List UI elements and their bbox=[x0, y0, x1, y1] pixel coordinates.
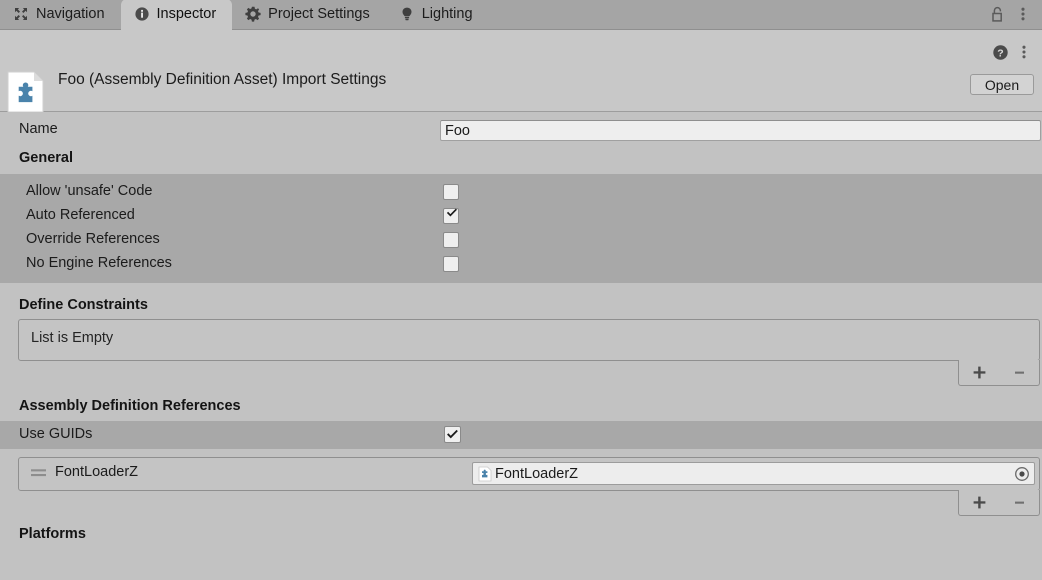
define-constraints-remove-button[interactable] bbox=[1004, 362, 1034, 384]
option-label: Override References bbox=[26, 231, 160, 247]
option-row-allow-unsafe-code[interactable]: Allow 'unsafe' Code bbox=[0, 180, 1042, 204]
define-constraints-add-button[interactable] bbox=[964, 362, 994, 384]
tab-lighting[interactable]: Lighting bbox=[386, 0, 489, 29]
asset-header: Foo (Assembly Definition Asset) Import S… bbox=[0, 30, 1042, 113]
assembly-definition-asset-icon bbox=[7, 71, 44, 113]
define-constraints-header: Define Constraints bbox=[19, 297, 148, 313]
help-icon: ? bbox=[992, 44, 1008, 60]
name-input[interactable] bbox=[440, 120, 1041, 141]
kebab-menu-icon bbox=[1021, 7, 1025, 21]
plus-icon bbox=[973, 496, 985, 509]
define-constraints-footer bbox=[18, 360, 1040, 386]
tab-label: Inspector bbox=[156, 6, 217, 22]
option-row-no-engine-references[interactable]: No Engine References bbox=[0, 252, 1042, 276]
assembly-references-add-button[interactable] bbox=[964, 492, 994, 514]
use-guids-label: Use GUIDs bbox=[19, 426, 93, 442]
drag-handle-icon[interactable] bbox=[31, 467, 46, 479]
asset-header-actions: ? bbox=[990, 42, 1034, 62]
asset-header-menu-button[interactable] bbox=[1014, 42, 1034, 62]
define-constraints-list[interactable]: List is Empty bbox=[18, 319, 1040, 361]
svg-text:?: ? bbox=[997, 47, 1003, 59]
check-icon bbox=[446, 208, 458, 217]
override-references-checkbox[interactable] bbox=[443, 232, 459, 248]
option-row-override-references[interactable]: Override References bbox=[0, 228, 1042, 252]
check-icon bbox=[447, 429, 458, 439]
tab-label: Project Settings bbox=[268, 6, 370, 22]
use-guids-row[interactable]: Use GUIDs bbox=[0, 421, 1042, 449]
tab-navigation[interactable]: Navigation bbox=[0, 0, 121, 29]
gear-icon bbox=[245, 6, 261, 22]
assembly-references-footer bbox=[18, 490, 1040, 516]
assembly-references-header: Assembly Definition References bbox=[19, 398, 241, 414]
minus-icon bbox=[1014, 501, 1024, 504]
assembly-reference-row[interactable]: FontLoaderZ FontLoaderZ bbox=[19, 458, 1039, 490]
navigation-icon bbox=[15, 8, 27, 20]
plus-icon bbox=[973, 366, 985, 379]
name-row: Name bbox=[0, 120, 1042, 142]
padlock-open-icon bbox=[991, 6, 1002, 22]
assembly-definition-asset-icon bbox=[478, 466, 492, 481]
platforms-section-header: Platforms bbox=[19, 526, 86, 542]
kebab-menu-icon bbox=[1022, 45, 1026, 59]
help-button[interactable]: ? bbox=[990, 42, 1010, 62]
name-label: Name bbox=[19, 121, 58, 137]
option-label: No Engine References bbox=[26, 255, 172, 271]
general-options-group: Allow 'unsafe' Code Auto Referenced Over… bbox=[0, 174, 1042, 283]
no-engine-references-checkbox[interactable] bbox=[443, 256, 459, 272]
auto-referenced-checkbox[interactable] bbox=[443, 208, 459, 224]
assembly-reference-object-value: FontLoaderZ bbox=[495, 465, 579, 482]
option-label: Allow 'unsafe' Code bbox=[26, 183, 153, 199]
assembly-references-remove-button[interactable] bbox=[1004, 492, 1034, 514]
tab-label: Lighting bbox=[421, 6, 473, 22]
assembly-reference-name: FontLoaderZ bbox=[55, 464, 139, 480]
open-button[interactable]: Open bbox=[970, 74, 1034, 95]
object-picker-icon[interactable] bbox=[1014, 466, 1030, 482]
option-row-auto-referenced[interactable]: Auto Referenced bbox=[0, 204, 1042, 228]
assembly-reference-object-field[interactable]: FontLoaderZ bbox=[472, 462, 1035, 485]
tabbar-actions bbox=[987, 0, 1042, 29]
define-constraints-empty-label: List is Empty bbox=[31, 330, 114, 346]
allow-unsafe-code-checkbox[interactable] bbox=[443, 184, 459, 200]
assembly-references-buttons bbox=[958, 490, 1040, 516]
general-section-header: General bbox=[19, 150, 73, 166]
tab-inspector[interactable]: Inspector bbox=[120, 0, 233, 30]
inspector-body: Name General Allow 'unsafe' Code Auto Re… bbox=[0, 112, 1042, 579]
minus-icon bbox=[1014, 371, 1024, 374]
define-constraints-buttons bbox=[958, 360, 1040, 386]
page-title: Foo (Assembly Definition Asset) Import S… bbox=[58, 71, 387, 88]
lightbulb-icon bbox=[402, 7, 412, 21]
lock-toggle-button[interactable] bbox=[987, 4, 1007, 24]
assembly-references-list: FontLoaderZ FontLoaderZ bbox=[18, 457, 1040, 491]
option-label: Auto Referenced bbox=[26, 207, 135, 223]
info-icon bbox=[134, 7, 149, 21]
tab-project-settings[interactable]: Project Settings bbox=[232, 0, 386, 29]
tab-label: Navigation bbox=[36, 6, 105, 22]
tabbar-menu-button[interactable] bbox=[1013, 4, 1033, 24]
use-guids-checkbox[interactable] bbox=[444, 426, 461, 443]
editor-tab-bar: Navigation Inspector Project Settings Li… bbox=[0, 0, 1042, 30]
